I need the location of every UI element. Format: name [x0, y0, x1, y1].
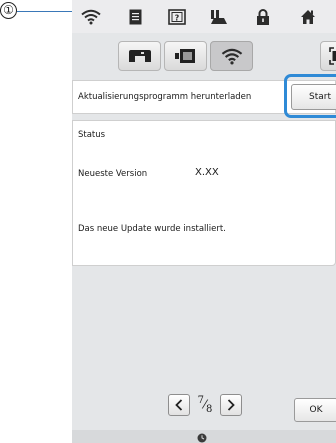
- callout-line: [17, 11, 72, 12]
- chevron-left-icon: [175, 399, 183, 411]
- capture-button[interactable]: [320, 41, 336, 71]
- version-value: X.XX: [195, 167, 219, 178]
- clock-icon: [197, 433, 207, 443]
- svg-text:?: ?: [175, 14, 180, 23]
- device-screen: ? Aktualisierungsprogramm herunterladen …: [72, 0, 336, 443]
- callout-number: ①: [0, 2, 17, 19]
- update-row-label: Aktualisierungsprogramm herunterladen: [78, 92, 252, 102]
- sewing-machine-icon: [128, 50, 151, 62]
- status-panel: Status Neueste Version X.XX Das neue Upd…: [72, 120, 336, 266]
- wifi-icon[interactable]: [80, 6, 102, 28]
- tab-wifi[interactable]: [210, 41, 253, 71]
- page-indicator: 7⁄8: [190, 395, 220, 415]
- page: ① ? Aktualisierungsprogramm herunterlade…: [0, 0, 336, 443]
- pager: 7⁄8: [168, 394, 242, 416]
- tab-sewing-machine[interactable]: [118, 41, 161, 71]
- start-button[interactable]: Start: [291, 84, 336, 110]
- ok-button[interactable]: OK: [294, 398, 336, 422]
- page-total: 8: [206, 403, 213, 415]
- status-heading: Status: [78, 130, 106, 140]
- help-icon[interactable]: ?: [166, 6, 188, 28]
- foot-pedal-icon[interactable]: [208, 6, 230, 28]
- previous-page-button[interactable]: [168, 394, 190, 416]
- wifi-icon: [221, 48, 242, 64]
- chevron-right-icon: [227, 399, 235, 411]
- tab-card-reader[interactable]: [164, 41, 207, 71]
- bottom-bar: [72, 430, 336, 443]
- card-reader-icon: [174, 49, 195, 63]
- version-label: Neueste Version: [78, 169, 148, 179]
- capture-icon: [329, 47, 336, 65]
- document-icon[interactable]: [124, 6, 146, 28]
- settings-tabs: [118, 41, 256, 73]
- status-message: Das neue Update wurde installiert.: [78, 224, 226, 234]
- next-page-button[interactable]: [220, 394, 242, 416]
- status-bar: ?: [72, 0, 336, 33]
- lock-icon[interactable]: [252, 6, 274, 28]
- home-icon[interactable]: [297, 6, 319, 28]
